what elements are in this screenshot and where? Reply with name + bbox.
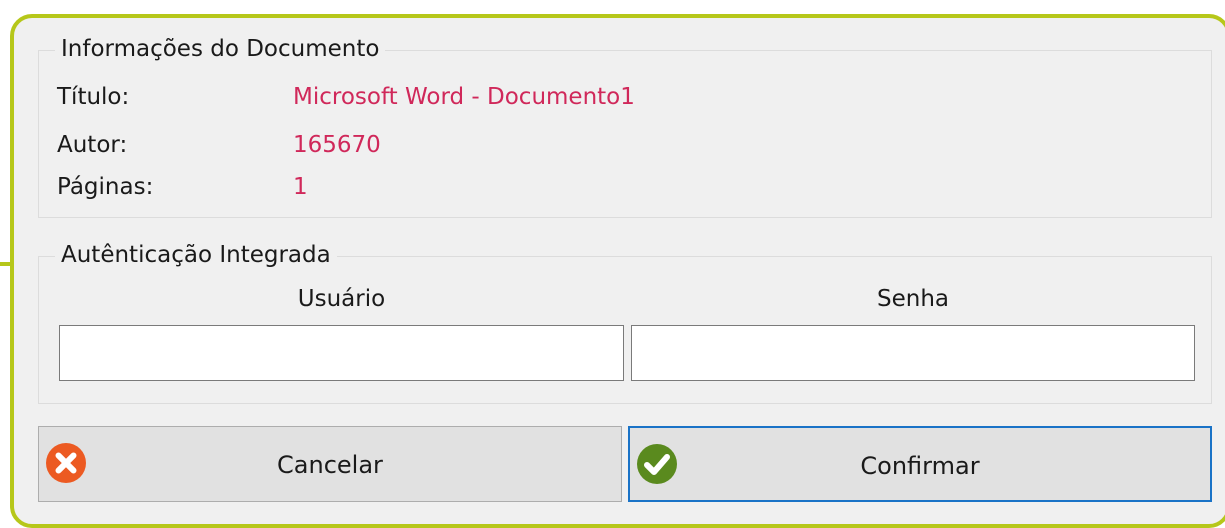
user-input[interactable] [59,325,624,381]
author-label: Autor: [57,132,128,158]
confirm-button[interactable]: Confirmar [628,426,1212,502]
document-info-legend: Informações do Documento [55,33,386,65]
user-header: Usuário [297,286,386,312]
title-value: Microsoft Word - Documento1 [293,84,635,110]
document-info-group: Informações do Documento Título: Microso… [38,33,1212,218]
cancel-button-label: Cancelar [277,451,383,479]
authentication-legend: Autênticação Integrada [55,239,337,271]
cancel-button[interactable]: Cancelar [38,426,622,502]
author-value: 165670 [293,132,381,158]
confirm-button-label: Confirmar [860,452,980,480]
authentication-group: Autênticação Integrada Usuário Senha [38,239,1212,404]
frame-connector [0,262,14,266]
password-header: Senha [877,286,949,312]
password-input[interactable] [631,325,1195,381]
title-label: Título: [57,84,130,110]
pages-value: 1 [293,174,308,200]
pages-label: Páginas: [57,174,154,200]
